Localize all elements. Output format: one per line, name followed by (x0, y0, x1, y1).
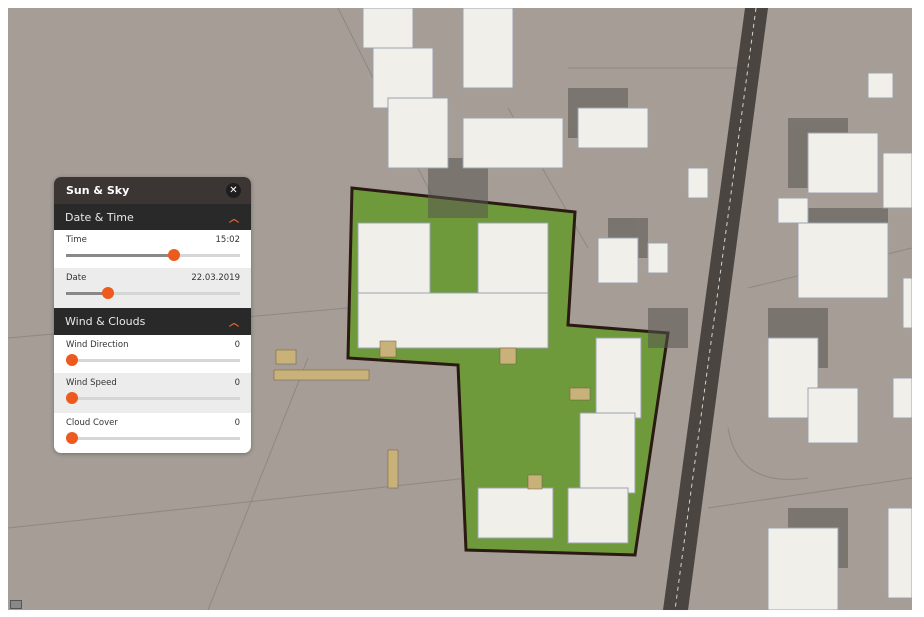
slider-thumb[interactable] (167, 249, 180, 261)
slider-value: 0 (234, 340, 240, 350)
section-date-time-header[interactable]: Date & Time ︿ (54, 204, 251, 230)
slider-value: 15:02 (215, 235, 241, 245)
slider-label: Wind Speed (66, 378, 117, 388)
slider-value: 22.03.2019 (191, 273, 240, 283)
time-slider[interactable] (66, 249, 240, 261)
date-slider[interactable] (66, 287, 240, 299)
panel-header: Sun & Sky ✕ (54, 177, 251, 204)
slider-thumb[interactable] (66, 392, 78, 404)
cloud-cover-slider[interactable] (66, 432, 240, 444)
map-logo-icon (10, 600, 22, 609)
slider-label: Wind Direction (66, 340, 129, 350)
section-title: Wind & Clouds (65, 315, 146, 328)
slider-thumb[interactable] (66, 432, 78, 444)
section-wind-clouds-header[interactable]: Wind & Clouds ︿ (54, 308, 251, 335)
panel-title: Sun & Sky (66, 184, 130, 197)
slider-value: 0 (234, 378, 240, 388)
wind-direction-slider[interactable] (66, 354, 240, 366)
close-icon[interactable]: ✕ (226, 183, 241, 198)
wind-speed-slider[interactable] (66, 392, 240, 404)
slider-fill (66, 254, 174, 257)
chevron-up-icon[interactable]: ︿ (229, 314, 239, 329)
chevron-up-icon[interactable]: ︿ (229, 210, 239, 225)
slider-label: Time (66, 235, 87, 245)
slider-value: 0 (234, 418, 240, 428)
date-slider-row: Date 22.03.2019 (54, 268, 251, 308)
slider-label: Cloud Cover (66, 418, 118, 428)
cloud-cover-slider-row: Cloud Cover 0 (54, 413, 251, 453)
slider-thumb[interactable] (66, 354, 78, 366)
sun-and-sky-panel: Sun & Sky ✕ Date & Time ︿ Time 15:02 Dat… (54, 177, 251, 453)
wind-speed-slider-row: Wind Speed 0 (54, 373, 251, 413)
time-slider-row: Time 15:02 (54, 230, 251, 268)
slider-label: Date (66, 273, 87, 283)
section-title: Date & Time (65, 210, 134, 224)
wind-direction-slider-row: Wind Direction 0 (54, 335, 251, 373)
slider-thumb[interactable] (101, 287, 114, 299)
